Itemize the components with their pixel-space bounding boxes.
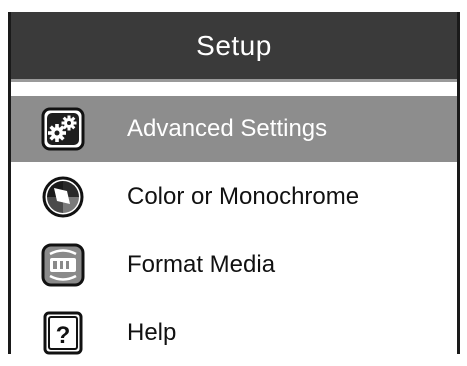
setup-menu-screen: Setup Advanced Settings Color or Monochr…	[8, 12, 460, 355]
help-icon: ?	[39, 309, 87, 357]
svg-text:?: ?	[56, 322, 71, 349]
top-cropped-strip	[0, 0, 467, 12]
color-mode-icon	[39, 173, 87, 221]
menu-item-label: Help	[127, 319, 177, 346]
menu-item-advanced-settings[interactable]: Advanced Settings	[11, 96, 457, 162]
menu-item-help[interactable]: ? Help	[11, 300, 457, 366]
menu-item-label: Format Media	[127, 251, 276, 278]
menu-item-format-media[interactable]: Format Media	[11, 232, 457, 298]
menu-item-color-or-monochrome[interactable]: Color or Monochrome	[11, 164, 457, 230]
menu-item-label: Color or Monochrome	[127, 183, 360, 210]
gears-icon	[39, 105, 87, 153]
page-title: Setup	[196, 29, 272, 61]
format-media-icon	[39, 241, 87, 289]
menu-header: Setup	[11, 12, 457, 82]
menu-item-label: Advanced Settings	[127, 115, 328, 142]
